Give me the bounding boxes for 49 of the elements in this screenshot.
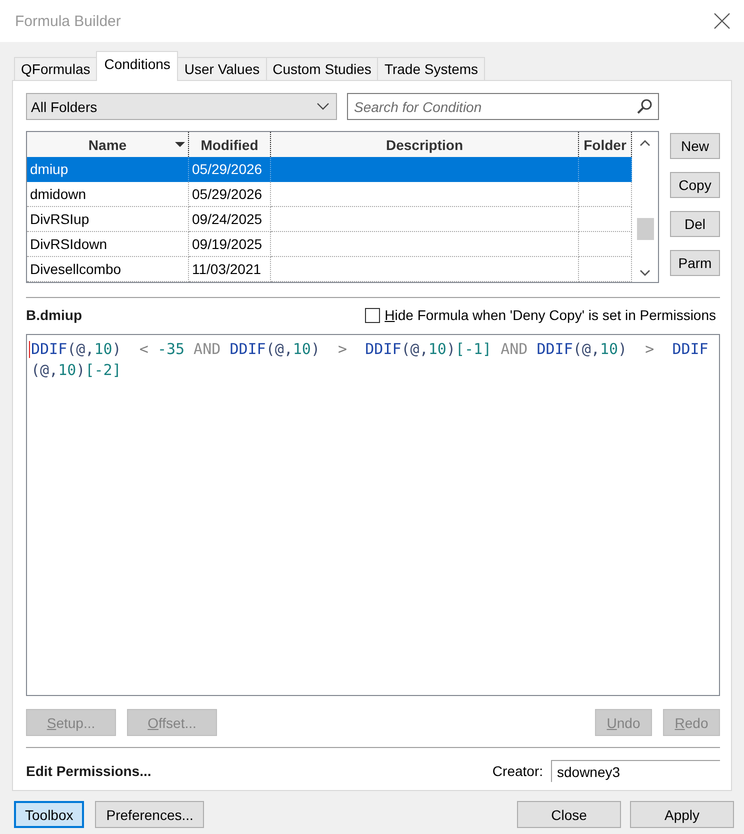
command-button[interactable]: Del bbox=[670, 211, 720, 237]
table-cell: 05/29/2026 bbox=[189, 182, 271, 207]
table-row[interactable]: Divesellcombo 11/03/2021 bbox=[27, 257, 632, 282]
creator-field[interactable]: sdowney3 bbox=[551, 760, 720, 782]
search-field[interactable]: Search for Condition bbox=[347, 93, 659, 120]
formula-title: B.dmiup bbox=[26, 307, 82, 323]
chevron-down-icon[interactable] bbox=[640, 270, 650, 276]
edit-permissions-link[interactable]: Edit Permissions... bbox=[26, 763, 152, 779]
table-cell: DivRSIdown bbox=[27, 232, 189, 257]
scrollbar-thumb[interactable] bbox=[636, 218, 654, 240]
formula-text: DDIF(@,10) < -35 AND DDIF(@,10) > DDIF(@,10)[-1] AND DDIF(@,10) > DDIF (@,10)[-2] bbox=[31, 339, 710, 381]
window-title: Formula Builder bbox=[15, 12, 121, 30]
text-cursor-icon bbox=[29, 341, 30, 358]
table-row[interactable]: DivRSIdown 09/19/2025 bbox=[27, 232, 632, 257]
checkbox[interactable] bbox=[364, 308, 380, 322]
table-cell: DivRSIup bbox=[27, 207, 189, 232]
sort-arrow-icon bbox=[175, 142, 185, 147]
dialog-button[interactable]: Toolbox bbox=[14, 801, 84, 828]
table-cell: dmidown bbox=[27, 182, 189, 207]
table-cell: Divesellcombo bbox=[27, 257, 189, 282]
dialog-button[interactable]: Apply bbox=[630, 801, 734, 828]
close-icon[interactable] bbox=[714, 13, 730, 29]
dialog-button[interactable]: Close bbox=[517, 801, 621, 828]
tab[interactable]: QFormulas bbox=[14, 57, 98, 80]
table-cell: 11/03/2021 bbox=[189, 257, 271, 282]
search-icon[interactable] bbox=[637, 99, 652, 114]
folder-dropdown[interactable]: All Folders bbox=[26, 93, 337, 120]
creator-label: Creator: bbox=[492, 763, 543, 779]
table-row[interactable]: DivRSIup 09/24/2025 bbox=[27, 207, 632, 232]
column-header[interactable]: Name bbox=[27, 132, 189, 157]
command-button[interactable]: New bbox=[670, 133, 720, 159]
tab[interactable]: Trade Systems bbox=[377, 57, 486, 80]
column-header[interactable]: Description bbox=[271, 132, 579, 157]
chevron-up-icon[interactable] bbox=[640, 140, 650, 146]
table-cell: 09/19/2025 bbox=[189, 232, 271, 257]
checkbox-label[interactable]: Hide Formula when 'Deny Copy' is set in Permissions bbox=[384, 307, 716, 323]
table-cell: 05/29/2026 bbox=[189, 157, 271, 182]
command-button[interactable]: Copy bbox=[670, 172, 720, 198]
column-header[interactable]: Modified bbox=[189, 132, 271, 157]
table-row[interactable]: dmidown 05/29/2026 bbox=[27, 182, 632, 207]
table-cell: dmiup bbox=[27, 157, 189, 182]
table-cell: 09/24/2025 bbox=[189, 207, 271, 232]
chevron-down-icon bbox=[317, 103, 329, 110]
formula-editor[interactable]: DDIF(@,10) < -35 AND DDIF(@,10) > DDIF(@,10)[-1] AND DDIF(@,10) > DDIF (@,10)[-2] bbox=[26, 334, 720, 696]
table-row[interactable]: dmiup 05/29/2026 bbox=[27, 157, 632, 182]
dialog-button[interactable]: Preferences... bbox=[95, 801, 204, 828]
tab[interactable]: Conditions bbox=[96, 51, 178, 81]
command-button[interactable]: Parm bbox=[670, 250, 720, 276]
column-header[interactable]: Folder bbox=[579, 132, 632, 157]
